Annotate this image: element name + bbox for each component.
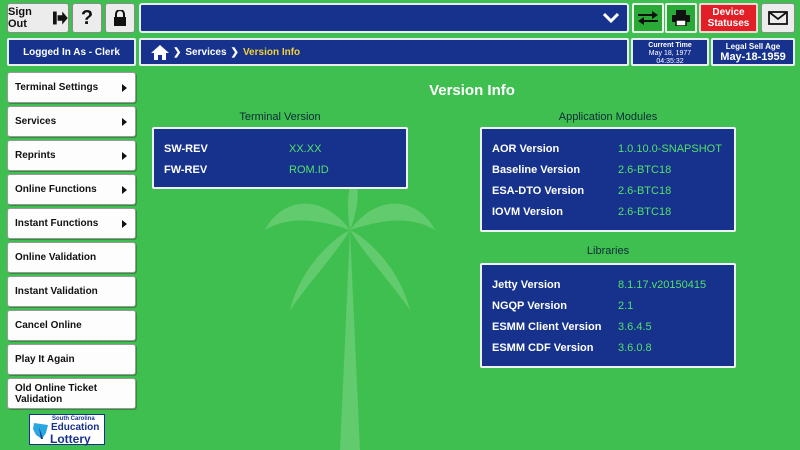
sidebar-item-label: Online Validation — [15, 252, 97, 263]
legal-age-label: Legal Sell Age — [725, 42, 781, 51]
device-statuses-label: Device Statuses — [707, 7, 750, 29]
iovm-version-value: 2.6-BTC18 — [618, 206, 672, 218]
sidebar-item-old-online-ticket-validation[interactable]: Old Online Ticket Validation — [7, 378, 136, 409]
sidebar-item-label: Reprints — [15, 150, 56, 161]
chevron-right-icon — [122, 118, 127, 126]
aor-version-label: AOR Version — [492, 143, 560, 155]
jetty-version-label: Jetty Version — [492, 279, 561, 291]
sidebar-item-play-it-again[interactable]: Play It Again — [7, 344, 136, 375]
legal-sell-age-box: Legal Sell Age May-18-1959 — [711, 38, 795, 66]
sidebar-item-label: Services — [15, 116, 57, 127]
aor-version-value: 1.0.10.0-SNAPSHOT — [618, 143, 722, 155]
current-time-box: Current Time May 18, 1977 04:35:32 — [631, 38, 709, 66]
messages-button[interactable] — [761, 3, 795, 33]
envelope-icon — [768, 11, 788, 25]
help-button[interactable]: ? — [72, 3, 102, 33]
sw-rev-label: SW-REV — [164, 143, 208, 155]
current-time-date: May 18, 1977 — [648, 50, 692, 57]
sidebar-item-online-validation[interactable]: Online Validation — [7, 242, 136, 273]
chevron-right-icon — [122, 152, 127, 160]
esmm-cdf-version-value: 3.6.0.8 — [618, 342, 652, 354]
chevron-right-icon — [122, 84, 127, 92]
baseline-version-label: Baseline Version — [492, 164, 581, 176]
fw-rev-label: FW-REV — [164, 164, 208, 176]
application-modules-title: Application Modules — [558, 111, 658, 123]
sidebar-item-label: Cancel Online — [15, 320, 82, 331]
help-label: ? — [80, 6, 94, 29]
sidebar-item-services[interactable]: Services — [7, 106, 136, 137]
page-title: Version Info — [429, 82, 515, 99]
ngqp-version-label: NGQP Version — [492, 300, 567, 312]
sidebar-item-cancel-online[interactable]: Cancel Online — [7, 310, 136, 341]
logo-line3: Lottery — [50, 432, 91, 446]
breadcrumb-separator-icon: ❯ — [173, 46, 182, 58]
current-time-label: Current Time — [648, 42, 692, 49]
esmm-cdf-version-label: ESMM CDF Version — [492, 342, 594, 354]
sign-out-label: Sign Out — [8, 6, 32, 30]
legal-age-date: May-18-1959 — [720, 51, 786, 63]
device-statuses-button[interactable]: Device Statuses — [699, 3, 758, 33]
libraries-panel: Jetty Version 8.1.17.v20150415 NGQP Vers… — [480, 263, 736, 368]
application-modules-panel: AOR Version 1.0.10.0-SNAPSHOT Baseline V… — [480, 127, 736, 232]
sidebar-item-online-functions[interactable]: Online Functions — [7, 174, 136, 205]
logged-in-text: Logged In As - Clerk — [23, 46, 120, 58]
breadcrumb-current: Version Info — [242, 46, 301, 58]
baseline-version-value: 2.6-BTC18 — [618, 164, 672, 176]
swap-arrows-icon — [638, 11, 658, 25]
libraries-title: Libraries — [586, 245, 630, 257]
lock-button[interactable] — [105, 3, 135, 33]
sidebar-item-instant-validation[interactable]: Instant Validation — [7, 276, 136, 307]
logged-in-status: Logged In As - Clerk — [7, 38, 136, 66]
printer-icon — [672, 10, 690, 26]
exit-arrow-icon — [53, 11, 68, 25]
sidebar-item-label: Online Functions — [15, 184, 97, 195]
jetty-version-value: 8.1.17.v20150415 — [618, 279, 707, 291]
swap-button[interactable] — [632, 3, 664, 33]
terminal-version-panel: SW-REV XX.XX FW-REV ROM.ID — [152, 127, 408, 189]
sidebar-item-label: Old Online Ticket Validation — [15, 382, 98, 405]
terminal-dropdown[interactable] — [139, 3, 629, 33]
chevron-right-icon — [122, 220, 127, 228]
sidebar-item-label: Instant Validation — [15, 286, 98, 297]
sidebar-item-label: Terminal Settings — [15, 82, 99, 93]
esa-dto-version-value: 2.6-BTC18 — [618, 185, 672, 197]
print-button[interactable] — [665, 3, 697, 33]
lock-icon — [114, 10, 126, 26]
chevron-down-icon — [603, 13, 619, 24]
fw-rev-value: ROM.ID — [289, 164, 329, 176]
lottery-logo: South Carolina Education Lottery — [29, 414, 105, 446]
esmm-client-version-value: 3.6.4.5 — [618, 321, 652, 333]
state-map-logo-icon — [33, 423, 48, 439]
sw-rev-value: XX.XX — [289, 143, 322, 155]
terminal-version-title: Terminal Version — [239, 111, 321, 123]
breadcrumb: ❯ Services ❯ Version Info — [139, 38, 629, 66]
home-icon[interactable] — [151, 44, 169, 60]
sidebar-item-instant-functions[interactable]: Instant Functions — [7, 208, 136, 239]
current-time-clock: 04:35:32 — [656, 58, 684, 65]
palmetto-watermark — [265, 170, 435, 450]
sidebar-item-reprints[interactable]: Reprints — [7, 140, 136, 171]
sidebar-item-terminal-settings[interactable]: Terminal Settings — [7, 72, 136, 103]
breadcrumb-separator-icon: ❯ — [230, 46, 239, 58]
ngqp-version-value: 2.1 — [618, 300, 634, 312]
sidebar-item-label: Play It Again — [15, 354, 75, 365]
chevron-right-icon — [122, 186, 127, 194]
iovm-version-label: IOVM Version — [492, 206, 563, 218]
sidebar-item-label: Instant Functions — [15, 218, 99, 229]
breadcrumb-services[interactable]: Services — [185, 47, 226, 58]
esa-dto-version-label: ESA-DTO Version — [492, 185, 585, 197]
sign-out-button[interactable]: Sign Out — [7, 3, 69, 33]
esmm-client-version-label: ESMM Client Version — [492, 321, 602, 333]
